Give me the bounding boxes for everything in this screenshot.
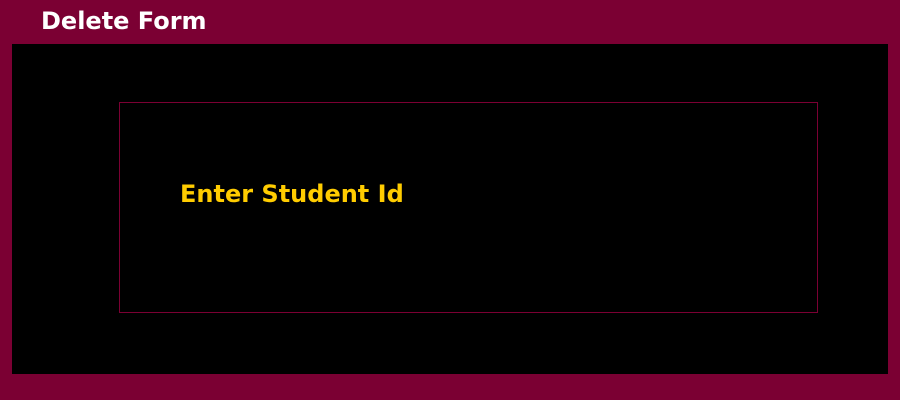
- content-area: Enter Student Id: [12, 44, 888, 374]
- student-id-label: Enter Student Id: [180, 180, 404, 208]
- delete-form-panel: Enter Student Id: [119, 102, 818, 313]
- window-title: Delete Form: [41, 7, 207, 35]
